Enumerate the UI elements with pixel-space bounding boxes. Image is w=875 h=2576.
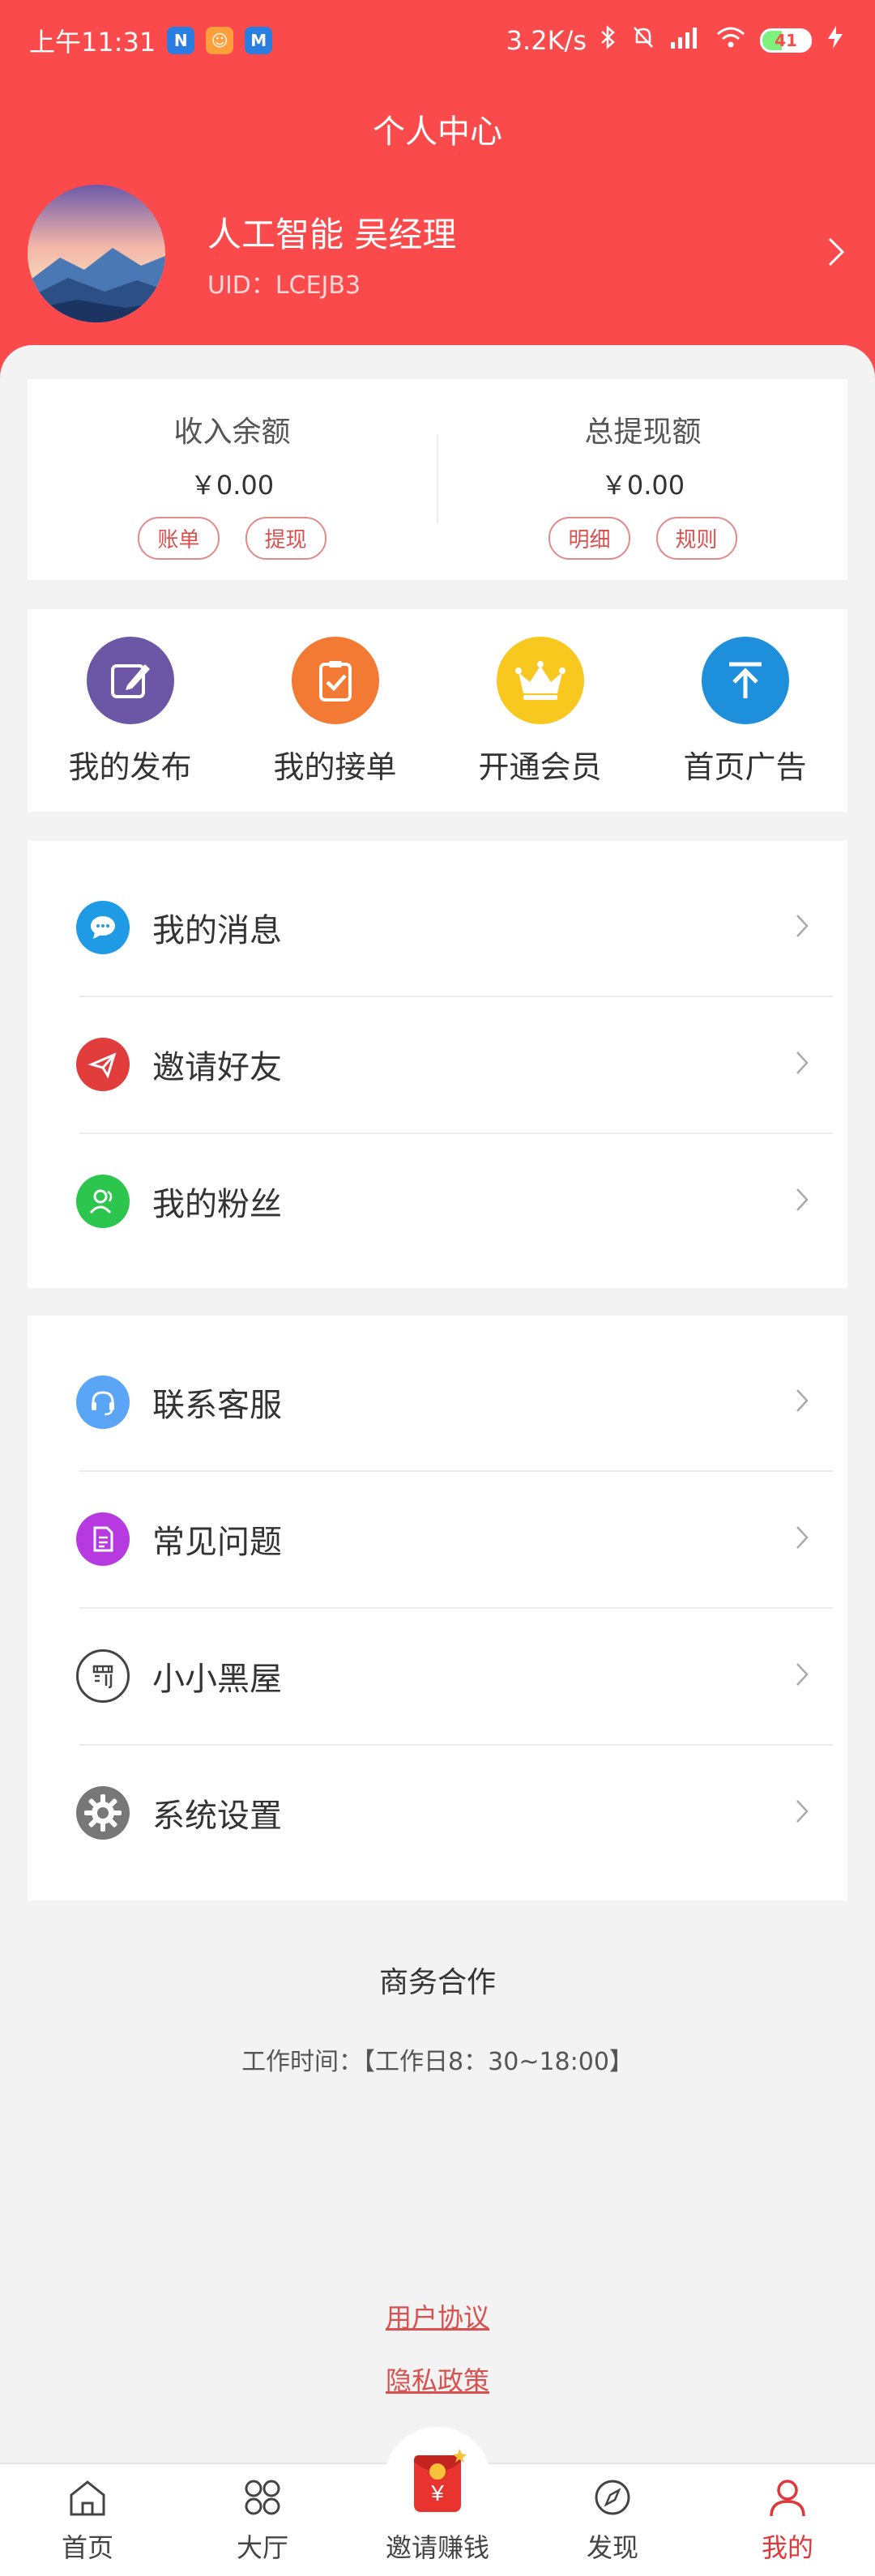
chevron-right-icon bbox=[796, 1799, 809, 1827]
nav-label: 发现 bbox=[586, 2532, 638, 2563]
chevron-right-icon bbox=[796, 1388, 809, 1416]
list-item-faq[interactable]: 常见问题 bbox=[28, 1470, 847, 1607]
user-icon bbox=[765, 2477, 810, 2521]
chat-icon bbox=[76, 900, 130, 954]
edit-icon bbox=[86, 637, 174, 724]
nav-item-home[interactable]: 首页 bbox=[0, 2464, 175, 2576]
bottom-nav: 首页 大厅 ¥ 邀请赚钱 发现 我的 bbox=[0, 2427, 875, 2576]
page-title: 个人中心 bbox=[373, 113, 502, 151]
list-item-label: 联系客服 bbox=[152, 1386, 282, 1424]
chevron-right-icon bbox=[796, 1051, 809, 1078]
status-time: 上午11:31 bbox=[29, 27, 156, 58]
withdraw-button[interactable]: 提现 bbox=[245, 517, 327, 560]
grid-item-my-orders[interactable]: 我的接单 bbox=[233, 609, 438, 812]
balance-card: 收入余额 ￥0.00 账单 提现 总提现额 ￥0.00 明细 规则 bbox=[28, 379, 847, 580]
list-item-label: 我的粉丝 bbox=[152, 1185, 282, 1223]
nav-item-invite-earn[interactable]: ¥ 邀请赚钱 bbox=[350, 2427, 525, 2576]
nav-item-mine[interactable]: 我的 bbox=[700, 2464, 875, 2576]
user-uid: UID：LCEJB3 bbox=[207, 271, 361, 300]
notification-app-icon: M bbox=[245, 27, 273, 54]
nav-label: 大厅 bbox=[236, 2532, 288, 2563]
user-agreement-label[interactable]: 用户协议 bbox=[386, 2302, 489, 2333]
business-hours: 工作时间：【工作日8：30~18:00】 bbox=[241, 2048, 634, 2076]
business-title: 商务合作 bbox=[378, 1966, 496, 1999]
shortcut-grid: 我的发布 我的接单 开通会员 首页广告 bbox=[28, 609, 847, 812]
crown-icon bbox=[496, 637, 584, 724]
privacy-policy-link[interactable]: 隐私政策 bbox=[0, 2361, 875, 2398]
grid-item-my-posts[interactable]: 我的发布 bbox=[28, 609, 233, 812]
total-withdraw-amount: ￥0.00 bbox=[600, 470, 685, 501]
menu-list-1: 我的消息 邀请好友 我的粉丝 bbox=[28, 841, 847, 1288]
user-agreement-link[interactable]: 用户协议 bbox=[0, 2297, 875, 2335]
list-item-invite-friends[interactable]: 邀请好友 bbox=[28, 996, 847, 1132]
charging-icon bbox=[825, 24, 846, 57]
list-item-customer-service[interactable]: 联系客服 bbox=[28, 1333, 847, 1470]
headset-icon bbox=[76, 1375, 130, 1429]
network-speed: 3.2K/s bbox=[506, 25, 587, 56]
list-item-my-messages[interactable]: 我的消息 bbox=[28, 859, 847, 996]
notification-app-icon: N bbox=[167, 27, 195, 54]
grid-label: 我的接单 bbox=[273, 749, 397, 785]
grid-item-homepage-ads[interactable]: 首页广告 bbox=[642, 609, 847, 812]
nav-label: 首页 bbox=[61, 2532, 113, 2563]
mute-bell-icon bbox=[630, 24, 656, 57]
battery-icon: 41 bbox=[760, 28, 812, 53]
avatar[interactable] bbox=[28, 185, 165, 322]
clipboard-check-icon bbox=[291, 637, 379, 724]
grid-label: 开通会员 bbox=[478, 749, 602, 785]
menu-list-2: 联系客服 常见问题 小小黑屋 系统设置 bbox=[28, 1316, 847, 1900]
chevron-right-icon bbox=[796, 1525, 809, 1553]
signal-icon bbox=[669, 24, 702, 57]
nav-item-hall[interactable]: 大厅 bbox=[175, 2464, 350, 2576]
list-item-label: 小小黑屋 bbox=[152, 1660, 282, 1698]
svg-text:¥: ¥ bbox=[430, 2480, 444, 2506]
status-bar: 上午11:31 N ☺ M 3.2K/s 41 bbox=[0, 0, 875, 81]
grid-item-membership[interactable]: 开通会员 bbox=[438, 609, 642, 812]
list-item-system-settings[interactable]: 系统设置 bbox=[28, 1744, 847, 1881]
chevron-right-icon bbox=[796, 1662, 809, 1690]
gear-icon bbox=[76, 1785, 130, 1840]
users-icon bbox=[76, 1174, 130, 1228]
grid-label: 我的发布 bbox=[68, 749, 192, 785]
wifi-icon bbox=[715, 24, 747, 57]
list-item-label: 系统设置 bbox=[152, 1797, 282, 1835]
total-withdraw: 总提现额 ￥0.00 明细 规则 bbox=[438, 379, 847, 580]
income-amount: ￥0.00 bbox=[190, 470, 275, 501]
hall-icon bbox=[240, 2477, 285, 2521]
privacy-policy-label[interactable]: 隐私政策 bbox=[386, 2365, 489, 2396]
profile-row[interactable]: 人工智能 吴经理 UID：LCEJB3 bbox=[28, 185, 854, 322]
nav-label: 我的 bbox=[761, 2532, 813, 2563]
grid-label: 首页广告 bbox=[683, 749, 807, 785]
red-envelope-icon: ¥ bbox=[384, 2427, 491, 2534]
total-withdraw-label: 总提现额 bbox=[584, 416, 702, 449]
list-item-label: 我的消息 bbox=[152, 911, 282, 949]
bill-button[interactable]: 账单 bbox=[138, 517, 220, 560]
income-balance: 收入余额 ￥0.00 账单 提现 bbox=[28, 379, 437, 580]
details-button[interactable]: 明细 bbox=[548, 517, 630, 560]
chevron-right-icon bbox=[796, 1188, 809, 1215]
rules-button[interactable]: 规则 bbox=[655, 517, 737, 560]
list-item-my-fans[interactable]: 我的粉丝 bbox=[28, 1132, 847, 1269]
list-item-label: 常见问题 bbox=[152, 1523, 282, 1561]
bluetooth-icon bbox=[600, 24, 617, 57]
compass-icon bbox=[590, 2477, 635, 2521]
list-item-blacklist-room[interactable]: 小小黑屋 bbox=[28, 1607, 847, 1744]
home-icon bbox=[65, 2477, 110, 2521]
chevron-right-icon bbox=[796, 914, 809, 941]
arrow-up-icon bbox=[701, 637, 789, 724]
income-label: 收入余额 bbox=[173, 416, 291, 449]
header: 上午11:31 N ☺ M 3.2K/s 41 个人中心 人工智能 吴经理 UI… bbox=[0, 0, 875, 381]
notification-app-icon: ☺ bbox=[206, 27, 234, 54]
document-icon bbox=[76, 1512, 130, 1566]
paper-plane-icon bbox=[76, 1037, 130, 1091]
list-item-label: 邀请好友 bbox=[152, 1048, 282, 1086]
penalty-icon bbox=[76, 1648, 130, 1703]
user-name: 人工智能 吴经理 bbox=[207, 214, 457, 254]
nav-item-discover[interactable]: 发现 bbox=[525, 2464, 700, 2576]
chevron-right-icon[interactable] bbox=[826, 236, 846, 271]
